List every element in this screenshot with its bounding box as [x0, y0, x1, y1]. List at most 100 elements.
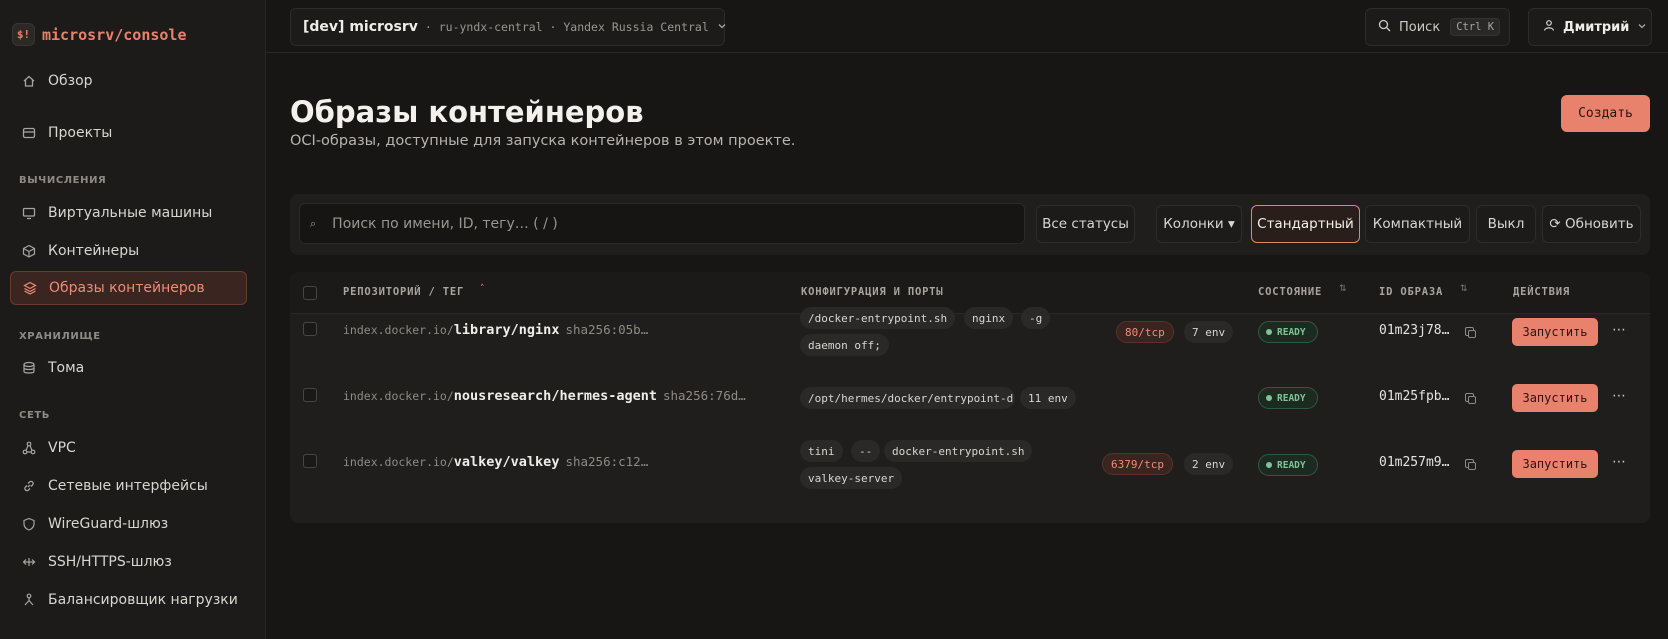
run-button[interactable]: Запустить	[1512, 384, 1598, 412]
cmd-chip: valkey-server	[800, 467, 903, 489]
more-actions-icon[interactable]: ⋯	[1612, 454, 1627, 470]
sidebar-item-label: Образы контейнеров	[49, 280, 205, 296]
sort-icon: ⇅	[1460, 284, 1468, 294]
sidebar-item-volumes[interactable]: Тома	[10, 351, 247, 385]
monitor-icon	[22, 206, 36, 220]
col-image-id[interactable]: ID ОБРАЗА	[1379, 286, 1443, 298]
chevron-down-icon	[717, 21, 727, 34]
brand-logo: $!	[12, 23, 35, 46]
run-button[interactable]: Запустить	[1512, 318, 1598, 346]
balancer-icon	[22, 593, 36, 607]
page-title: Образы контейнеров	[290, 95, 644, 129]
project-region: · ru-yndx-central · Yandex Russia Centra…	[424, 20, 709, 34]
copy-icon[interactable]	[1465, 327, 1476, 338]
sidebar-item-label: Контейнеры	[48, 243, 140, 259]
sidebar-item-ssh-gateway[interactable]: SSH/HTTPS-шлюз	[10, 545, 247, 579]
sidebar-item-wireguard[interactable]: WireGuard-шлюз	[10, 507, 247, 541]
arrows-icon	[22, 555, 36, 569]
project-name: [dev] microsrv	[303, 19, 418, 35]
row-checkbox[interactable]	[303, 322, 317, 336]
sidebar-item-network-interfaces[interactable]: Сетевые интерфейсы	[10, 469, 247, 503]
sidebar-item-container-images[interactable]: Образы контейнеров	[10, 271, 247, 305]
density-standard-button[interactable]: Стандартный	[1251, 205, 1360, 243]
folder-icon	[22, 126, 36, 140]
status-text: READY	[1277, 326, 1306, 338]
copy-icon[interactable]	[1465, 459, 1476, 470]
sidebar-item-projects[interactable]: Проекты	[10, 116, 247, 150]
global-search-button[interactable]: Поиск Ctrl K	[1365, 8, 1510, 46]
run-button[interactable]: Запустить	[1512, 450, 1598, 478]
search-label: Поиск	[1399, 19, 1441, 35]
sidebar-item-vms[interactable]: Виртуальные машины	[10, 196, 247, 230]
section-storage-title: ХРАНИЛИЩЕ	[19, 331, 101, 342]
sort-icon: ⇅	[1339, 284, 1347, 294]
refresh-button[interactable]: ⟳ Обновить	[1542, 205, 1641, 243]
repo-digest: sha256:c12…	[565, 454, 649, 469]
copy-icon[interactable]	[1465, 393, 1476, 404]
image-id: 01m25fpb…	[1379, 389, 1450, 404]
repo-name: library/nginx	[453, 322, 560, 338]
status-dot	[1266, 395, 1272, 401]
row-checkbox[interactable]	[303, 388, 317, 402]
network-icon	[22, 441, 36, 455]
search-icon: ⌕	[310, 216, 317, 230]
repo-prefix: index.docker.io/	[343, 323, 454, 337]
user-name: Дмитрий	[1563, 19, 1630, 35]
repo-prefix: index.docker.io/	[343, 389, 454, 403]
database-icon	[22, 361, 36, 375]
cmd-chip: daemon off;	[800, 334, 889, 356]
brand[interactable]: $! microsrv/console	[12, 23, 187, 46]
layers-icon	[23, 281, 37, 295]
cmd-chip: docker-entrypoint.sh	[884, 440, 1033, 462]
sidebar-item-label: Проекты	[48, 125, 113, 141]
env-chip: 7 env	[1184, 321, 1234, 343]
status-badge: READY	[1258, 321, 1318, 343]
sidebar-item-label: Сетевые интерфейсы	[48, 478, 208, 494]
repo-name: nousresearch/hermes-agent	[453, 388, 657, 404]
user-icon	[1543, 19, 1555, 35]
section-compute-title: ВЫЧИСЛЕНИЯ	[19, 175, 107, 186]
user-menu-button[interactable]: Дмитрий	[1528, 8, 1652, 46]
brand-name: microsrv/console	[42, 25, 187, 44]
sidebar-item-load-balancer[interactable]: Балансировщик нагрузки	[10, 583, 247, 617]
search-shortcut: Ctrl K	[1450, 18, 1501, 36]
home-icon	[22, 74, 36, 88]
more-actions-icon[interactable]: ⋯	[1612, 322, 1627, 338]
cmd-chip: /opt/hermes/docker/entrypoint-d:	[800, 387, 1015, 409]
toolbar: ⌕ Поиск по имени, ID, тегу… ( / ) Все ст…	[290, 194, 1650, 255]
link-icon	[22, 479, 36, 493]
status-dot	[1266, 329, 1272, 335]
sidebar-item-label: WireGuard-шлюз	[48, 516, 169, 532]
col-repo[interactable]: РЕПОЗИТОРИЙ / ТЕГ	[343, 286, 464, 298]
row-checkbox[interactable]	[303, 454, 317, 468]
shield-icon	[22, 517, 36, 531]
auto-refresh-off-button[interactable]: Выкл	[1476, 205, 1536, 243]
search-input[interactable]: ⌕ Поиск по имени, ID, тегу… ( / )	[299, 203, 1025, 244]
sidebar-item-overview[interactable]: Обзор	[10, 64, 247, 98]
status-dot	[1266, 462, 1272, 468]
status-filter[interactable]: Все статусы	[1036, 205, 1135, 243]
col-state[interactable]: СОСТОЯНИЕ	[1258, 286, 1322, 298]
columns-button[interactable]: Колонки ▾	[1156, 205, 1242, 243]
density-compact-button[interactable]: Компактный	[1365, 205, 1470, 243]
repo-tag[interactable]: index.docker.io/nousresearch/hermes-agen…	[343, 388, 746, 404]
repo-tag[interactable]: index.docker.io/library/nginx sha256:05b…	[343, 322, 648, 338]
project-switcher[interactable]: [dev] microsrv · ru-yndx-central · Yande…	[290, 8, 727, 46]
image-id: 01m257m9…	[1379, 455, 1450, 470]
create-button[interactable]: Создать	[1561, 95, 1650, 132]
repo-digest: sha256:05b…	[565, 322, 649, 337]
cmd-chip: nginx	[964, 307, 1014, 329]
images-table: РЕПОЗИТОРИЙ / ТЕГ ˄ КОНФИГУРАЦИЯ И ПОРТЫ…	[290, 272, 1650, 523]
select-all-checkbox[interactable]	[303, 286, 317, 300]
sidebar-item-containers[interactable]: Контейнеры	[10, 234, 247, 268]
status-text: READY	[1277, 392, 1306, 404]
status-badge: READY	[1258, 454, 1318, 476]
cmd-chip: tini	[800, 440, 843, 462]
repo-prefix: index.docker.io/	[343, 455, 454, 469]
col-actions: ДЕЙСТВИЯ	[1513, 286, 1570, 298]
repo-tag[interactable]: index.docker.io/valkey/valkey sha256:c12…	[343, 454, 648, 470]
sidebar-item-label: Тома	[48, 360, 85, 376]
more-actions-icon[interactable]: ⋯	[1612, 388, 1627, 404]
sidebar-item-vpc[interactable]: VPC	[10, 431, 247, 465]
cmd-chip: -g	[1021, 307, 1051, 329]
